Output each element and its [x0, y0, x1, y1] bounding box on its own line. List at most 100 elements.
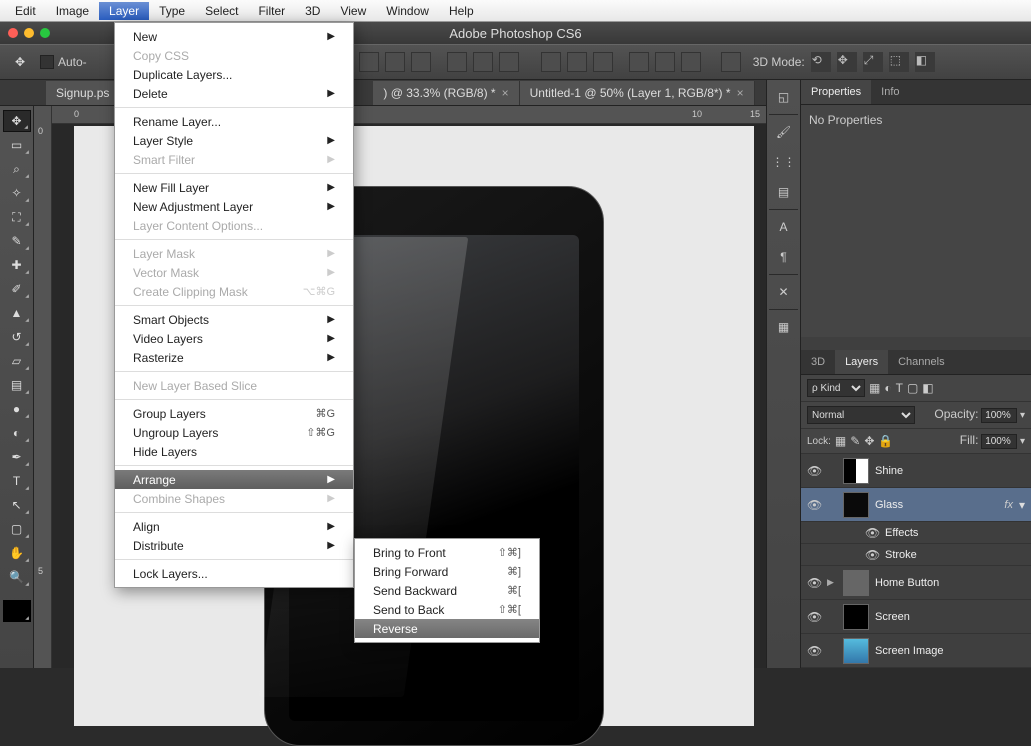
distribute-icon[interactable]	[681, 52, 701, 72]
healing-tool[interactable]: ✚	[3, 254, 31, 276]
stamp-tool[interactable]: ▲	[3, 302, 31, 324]
filter-pixel-icon[interactable]: ▦	[869, 381, 880, 395]
menu-item[interactable]: Video Layers▶	[115, 329, 353, 348]
brush-presets-icon[interactable]: ⋮⋮	[771, 149, 797, 175]
menu-item[interactable]: Arrange▶	[115, 470, 353, 489]
distribute-icon[interactable]	[629, 52, 649, 72]
lock-all-icon[interactable]: 🔒	[878, 434, 893, 448]
menu-view[interactable]: View	[330, 2, 376, 20]
pen-tool[interactable]: ✒	[3, 446, 31, 468]
eraser-tool[interactable]: ▱	[3, 350, 31, 372]
filter-type-icon[interactable]: T	[896, 381, 903, 395]
document-tab[interactable]: Untitled-1 @ 50% (Layer 1, RGB/8*) *×	[520, 81, 755, 105]
submenu-item[interactable]: Reverse	[355, 619, 539, 638]
swatch-fg[interactable]	[3, 600, 31, 622]
menu-image[interactable]: Image	[46, 2, 99, 20]
visibility-toggle-icon[interactable]: 👁	[865, 526, 879, 540]
layer-row[interactable]: 👁Glassfx ▾	[801, 488, 1031, 522]
layer-row[interactable]: 👁Shine	[801, 454, 1031, 488]
path-select-tool[interactable]: ↖	[3, 494, 31, 516]
shape-tool[interactable]: ▢	[3, 518, 31, 540]
align-icon[interactable]	[359, 52, 379, 72]
document-tab[interactable]: ) @ 33.3% (RGB/8) *×	[373, 81, 519, 105]
submenu-item[interactable]: Bring Forward⌘]	[355, 562, 539, 581]
distribute-icon[interactable]	[593, 52, 613, 72]
menu-item[interactable]: Distribute▶	[115, 536, 353, 555]
zoom-tool[interactable]: 🔍	[3, 566, 31, 588]
zoom-window-button[interactable]	[40, 28, 50, 38]
menu-filter[interactable]: Filter	[248, 2, 295, 20]
blend-mode-select[interactable]: Normal	[807, 406, 915, 424]
brush-panel-icon[interactable]: 🖌	[771, 119, 797, 145]
tab-info[interactable]: Info	[871, 80, 909, 104]
distribute-icon[interactable]	[567, 52, 587, 72]
visibility-toggle-icon[interactable]: 👁	[807, 610, 821, 624]
menu-item[interactable]: Hide Layers	[115, 442, 353, 461]
layer-effects-badge[interactable]: fx	[1004, 499, 1013, 511]
menu-item[interactable]: Delete▶	[115, 84, 353, 103]
eyedropper-tool[interactable]: ✎	[3, 230, 31, 252]
dodge-tool[interactable]: ◐	[3, 422, 31, 444]
lock-transparency-icon[interactable]: ▦	[835, 434, 846, 448]
auto-align-icon[interactable]	[721, 52, 741, 72]
move-tool[interactable]: ✥	[3, 110, 31, 132]
3d-icon[interactable]: ⤢	[863, 52, 883, 72]
menu-layer[interactable]: Layer	[99, 2, 149, 20]
align-icon[interactable]	[385, 52, 405, 72]
layer-filter-kind[interactable]: ρ Kind	[807, 379, 865, 397]
align-icon[interactable]	[447, 52, 467, 72]
filter-adjust-icon[interactable]: ◐	[884, 381, 891, 395]
menu-type[interactable]: Type	[149, 2, 195, 20]
visibility-toggle-icon[interactable]: 👁	[807, 644, 821, 658]
magic-wand-tool[interactable]: ✧	[3, 182, 31, 204]
menu-item[interactable]: Lock Layers...	[115, 564, 353, 583]
tab-3d[interactable]: 3D	[801, 350, 835, 374]
gradient-tool[interactable]: ▤	[3, 374, 31, 396]
character-panel-icon[interactable]: A	[771, 214, 797, 240]
menu-item[interactable]: Rename Layer...	[115, 112, 353, 131]
history-brush-tool[interactable]: ↺	[3, 326, 31, 348]
layer-row[interactable]: 👁Screen	[801, 600, 1031, 634]
layer-row[interactable]: 👁Effects	[801, 522, 1031, 544]
align-icon[interactable]	[411, 52, 431, 72]
minimize-window-button[interactable]	[24, 28, 34, 38]
visibility-toggle-icon[interactable]: 👁	[807, 464, 821, 478]
menu-item[interactable]: Rasterize▶	[115, 348, 353, 367]
paragraph-panel-icon[interactable]: ¶	[771, 244, 797, 270]
3d-icon[interactable]: ⟲	[811, 52, 831, 72]
menu-item[interactable]: Smart Objects▶	[115, 310, 353, 329]
menu-item[interactable]: New▶	[115, 27, 353, 46]
menu-item[interactable]: New Fill Layer▶	[115, 178, 353, 197]
menu-item[interactable]: Layer Style▶	[115, 131, 353, 150]
filter-smart-icon[interactable]: ◧	[922, 381, 933, 395]
menu-item[interactable]: New Adjustment Layer▶	[115, 197, 353, 216]
filter-shape-icon[interactable]: ▢	[907, 381, 918, 395]
blur-tool[interactable]: ●	[3, 398, 31, 420]
fill-value[interactable]: 100%	[981, 434, 1017, 449]
submenu-item[interactable]: Send Backward⌘[	[355, 581, 539, 600]
marquee-tool[interactable]: ▭	[3, 134, 31, 156]
align-icon[interactable]	[473, 52, 493, 72]
visibility-toggle-icon[interactable]: 👁	[865, 548, 879, 562]
close-window-button[interactable]	[8, 28, 18, 38]
menu-edit[interactable]: Edit	[5, 2, 46, 20]
current-tool-icon[interactable]: ✥	[10, 55, 30, 69]
swatches-panel-icon[interactable]: ▦	[771, 314, 797, 340]
submenu-item[interactable]: Send to Back⇧⌘[	[355, 600, 539, 619]
3d-icon[interactable]: ◧	[915, 52, 935, 72]
brush-tool[interactable]: ✐	[3, 278, 31, 300]
align-icon[interactable]	[499, 52, 519, 72]
lock-position-icon[interactable]: ✥	[864, 434, 874, 448]
submenu-item[interactable]: Bring to Front⇧⌘]	[355, 543, 539, 562]
auto-select-checkbox[interactable]: Auto-	[40, 55, 87, 69]
menu-item[interactable]: Align▶	[115, 517, 353, 536]
menu-window[interactable]: Window	[376, 2, 439, 20]
opacity-value[interactable]: 100%	[981, 408, 1017, 423]
visibility-toggle-icon[interactable]: 👁	[807, 498, 821, 512]
distribute-icon[interactable]	[655, 52, 675, 72]
menu-item[interactable]: Group Layers⌘G	[115, 404, 353, 423]
layer-row[interactable]: 👁Screen Image	[801, 634, 1031, 668]
menu-item[interactable]: Ungroup Layers⇧⌘G	[115, 423, 353, 442]
lock-pixels-icon[interactable]: ✎	[850, 434, 860, 448]
type-tool[interactable]: T	[3, 470, 31, 492]
